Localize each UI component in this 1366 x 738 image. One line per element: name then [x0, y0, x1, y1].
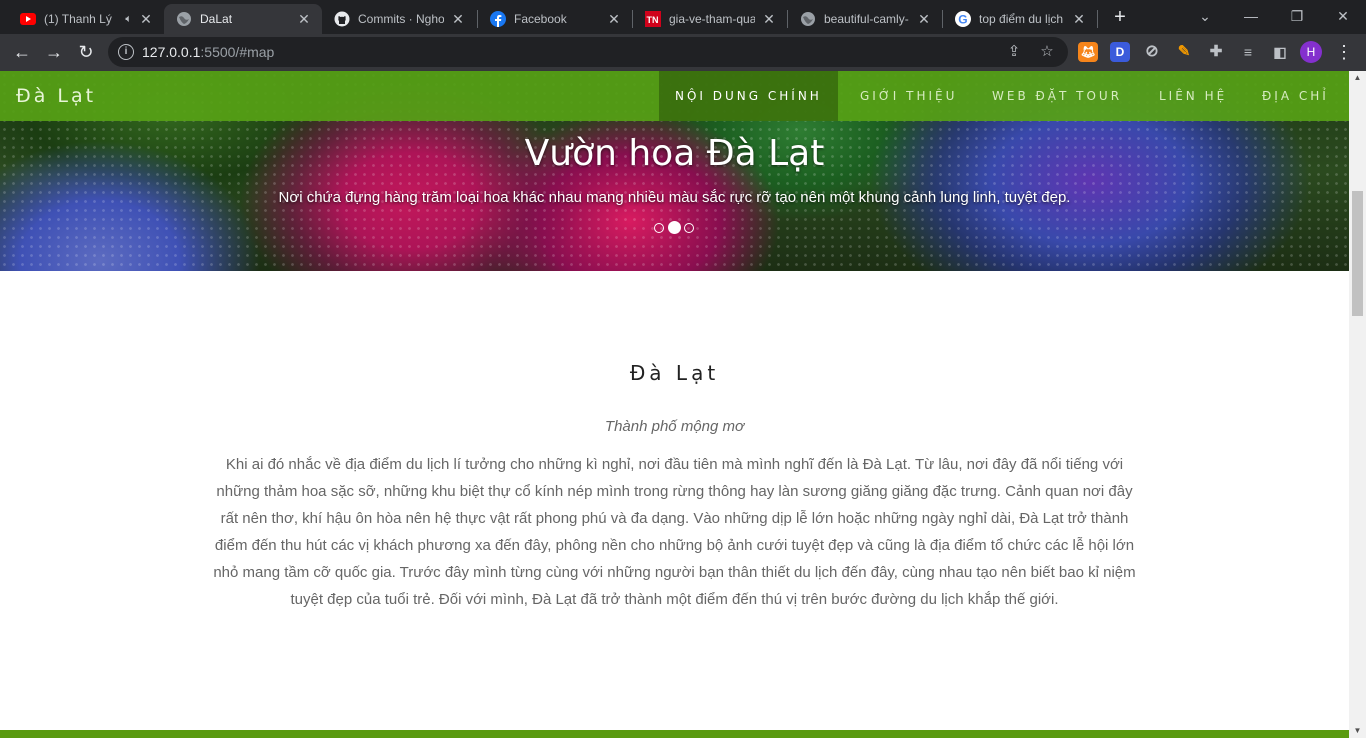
close-tab-icon[interactable]: ✕	[296, 11, 312, 27]
hero-carousel: Đà Lạt NỘI DUNG CHÍNH GIỚI THIỆU WEB ĐẶT…	[0, 71, 1349, 271]
close-tab-icon[interactable]: ✕	[606, 11, 622, 27]
tab-title: beautiful-camly-	[824, 12, 909, 26]
address-bar[interactable]: i 127.0.0.1:5500/#map ⇪ ☆	[108, 37, 1068, 67]
carousel-dot-active[interactable]	[668, 221, 681, 234]
browser-toolbar: ← → ↻ i 127.0.0.1:5500/#map ⇪ ☆ 🦊︎ D ⊘ ✎…	[0, 34, 1366, 71]
compass-extension-icon[interactable]: ⊘	[1142, 42, 1162, 62]
tab-facebook[interactable]: Facebook ✕	[478, 4, 632, 34]
tab-title: gia-ve-tham-qua	[669, 12, 755, 26]
carousel-dot[interactable]	[654, 223, 664, 233]
new-tab-button[interactable]: +	[1108, 6, 1132, 30]
nav-dia-chi[interactable]: ĐỊA CHỈ	[1262, 71, 1329, 121]
close-window-button[interactable]: ✕	[1320, 4, 1366, 30]
globe-icon	[800, 11, 816, 27]
metamask-extension-icon[interactable]: 🦊︎	[1078, 42, 1098, 62]
github-icon	[334, 11, 350, 27]
extensions-puzzle-icon[interactable]: ✚	[1206, 42, 1226, 62]
nav-noi-dung-chinh[interactable]: NỘI DUNG CHÍNH	[659, 71, 838, 121]
close-tab-icon[interactable]: ✕	[1071, 11, 1087, 27]
forward-button[interactable]: →	[40, 38, 68, 66]
reload-button[interactable]: ↻	[72, 38, 100, 66]
hero-title: Vườn hoa Đà Lạt	[524, 133, 825, 174]
tab-title: Facebook	[514, 12, 567, 26]
svg-text:TN: TN	[647, 15, 659, 25]
close-tab-icon[interactable]: ✕	[916, 11, 932, 27]
scroll-up-arrow-icon[interactable]: ▲	[1349, 71, 1366, 85]
browser-tab-strip: (1) Thanh Lý 🔈︎ ✕ DaLat ✕ Commits · Ngho…	[0, 0, 1366, 34]
tab-title: DaLat	[200, 12, 233, 26]
tab-google[interactable]: G top điểm du lịch ✕	[943, 4, 1097, 34]
nav-gioi-thieu[interactable]: GIỚI THIỆU	[860, 71, 957, 121]
footer-bar	[0, 730, 1349, 738]
nav-lien-he[interactable]: LIÊN HỆ	[1159, 71, 1227, 121]
facebook-icon	[490, 11, 506, 27]
color-picker-extension-icon[interactable]: ✎	[1174, 42, 1194, 62]
section-title: Đà Lạt	[629, 361, 720, 385]
media-control-icon[interactable]: ≡	[1238, 42, 1258, 62]
svg-text:G: G	[958, 13, 967, 27]
tab-thanhnien[interactable]: TN gia-ve-tham-qua ✕	[633, 4, 787, 34]
globe-icon	[176, 11, 192, 27]
scrollbar-thumb[interactable]	[1352, 191, 1363, 316]
restore-button[interactable]: ❐	[1274, 4, 1320, 30]
carousel-indicators	[654, 221, 698, 234]
tab-title: (1) Thanh Lý	[44, 12, 112, 26]
back-button[interactable]: ←	[8, 38, 36, 66]
tab-github[interactable]: Commits · Nghoa ✕	[322, 4, 476, 34]
site-brand[interactable]: Đà Lạt	[16, 85, 96, 107]
scroll-down-arrow-icon[interactable]: ▼	[1349, 724, 1366, 738]
site-navbar: Đà Lạt NỘI DUNG CHÍNH GIỚI THIỆU WEB ĐẶT…	[0, 71, 1349, 121]
nav-web-dat-tour[interactable]: WEB ĐẶT TOUR	[992, 71, 1122, 121]
tab-title: Commits · Nghoa	[358, 12, 444, 26]
page-viewport: Đà Lạt NỘI DUNG CHÍNH GIỚI THIỆU WEB ĐẶT…	[0, 71, 1349, 738]
minimize-button[interactable]: —	[1228, 4, 1274, 30]
hero-subtitle: Nơi chứa đựng hàng trăm loại hoa khác nh…	[278, 189, 1071, 206]
site-info-icon[interactable]: i	[118, 44, 134, 60]
close-tab-icon[interactable]: ✕	[761, 11, 777, 27]
close-tab-icon[interactable]: ✕	[450, 11, 466, 27]
carousel-dot[interactable]	[684, 223, 694, 233]
browser-menu-icon[interactable]: ⋮	[1334, 39, 1354, 65]
tab-search-icon[interactable]: ⌄	[1182, 4, 1228, 30]
section-subtitle: Thành phố mộng mơ	[604, 418, 745, 435]
page-scrollbar[interactable]: ▲ ▼	[1349, 71, 1366, 738]
speaker-muted-icon[interactable]: 🔈︎	[125, 13, 132, 26]
thanhnien-icon: TN	[645, 11, 661, 27]
section-body-text: Khi ai đó nhắc về địa điểm du lịch lí tư…	[213, 456, 1136, 608]
tab-camly[interactable]: beautiful-camly- ✕	[788, 4, 942, 34]
share-icon[interactable]: ⇪	[1005, 43, 1023, 61]
bookmark-star-icon[interactable]: ☆	[1038, 43, 1056, 61]
d-extension-icon[interactable]: D	[1110, 42, 1130, 62]
youtube-icon	[20, 11, 36, 27]
tab-youtube[interactable]: (1) Thanh Lý 🔈︎ ✕	[8, 4, 164, 34]
profile-avatar[interactable]: H	[1300, 41, 1322, 63]
close-tab-icon[interactable]: ✕	[138, 11, 154, 27]
tab-dalat[interactable]: DaLat ✕	[164, 4, 322, 34]
url-text[interactable]: 127.0.0.1:5500/#map	[142, 44, 274, 60]
tab-title: top điểm du lịch	[979, 12, 1064, 26]
side-panel-icon[interactable]: ◧	[1270, 42, 1290, 62]
google-icon: G	[955, 11, 971, 27]
